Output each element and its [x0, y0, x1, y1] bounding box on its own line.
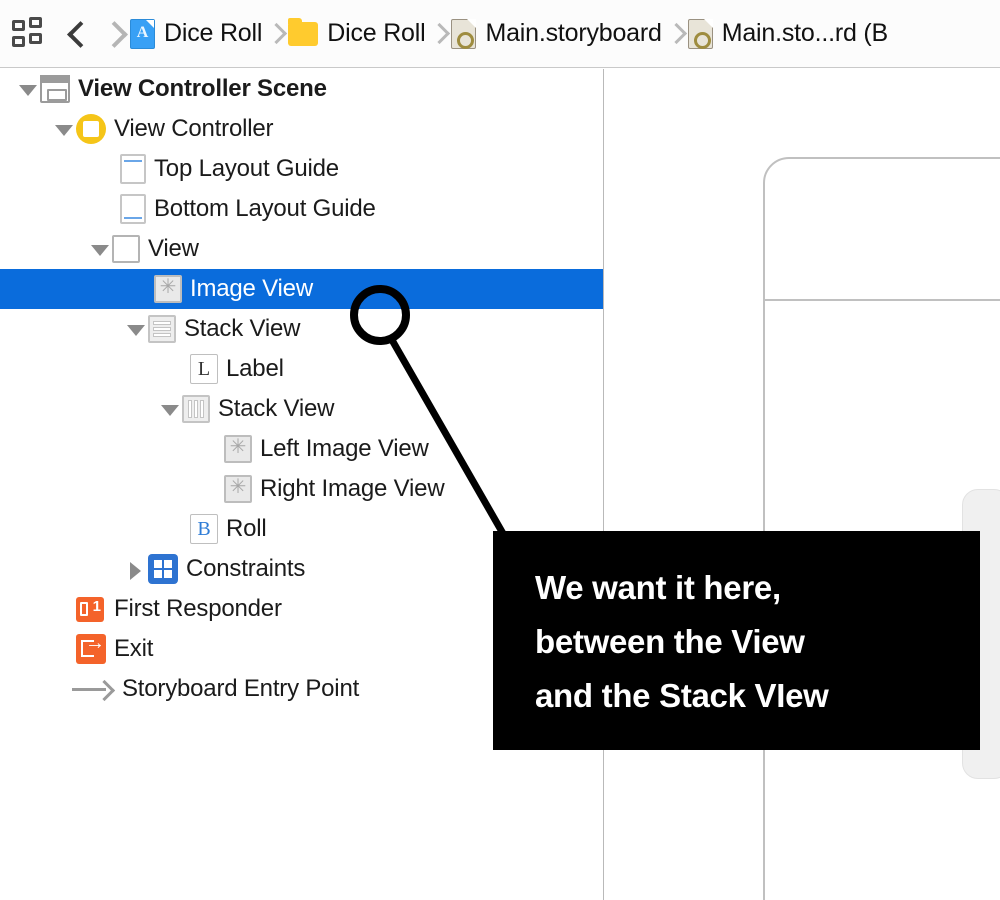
- document-outline-panel[interactable]: View Controller Scene View Controller To…: [0, 69, 604, 900]
- breadcrumb-label: Main.storyboard: [485, 19, 662, 47]
- outline-row-label: Image View: [190, 275, 313, 302]
- outline-row-stack-view-inner[interactable]: Stack View: [0, 389, 603, 429]
- outline-row-label: Stack View: [218, 395, 335, 422]
- outline-row-left-image-view[interactable]: Left Image View: [0, 429, 603, 469]
- outline-row-image-view[interactable]: Image View: [0, 269, 603, 309]
- outline-row-label: Stack View: [184, 315, 301, 342]
- folder-icon: [288, 17, 319, 46]
- outline-row-top-layout-guide[interactable]: Top Layout Guide: [0, 149, 603, 189]
- storyboard-file-icon: [687, 18, 713, 49]
- disclosure-triangle-icon[interactable]: [124, 557, 148, 581]
- scene-icon: [40, 75, 70, 103]
- storyboard-file-icon: [451, 18, 477, 49]
- breadcrumb-label: Main.sto...rd (B: [721, 19, 889, 47]
- app-target-icon: [130, 18, 155, 49]
- outline-row-label: Constraints: [186, 555, 306, 582]
- outline-row-label: Label: [226, 355, 284, 382]
- outline-row-label: Storyboard Entry Point: [122, 675, 360, 702]
- stack-view-vertical-icon: [182, 395, 210, 423]
- image-view-icon: [154, 273, 182, 303]
- outline-row-label: View: [148, 235, 199, 262]
- breadcrumb-item-file[interactable]: Main.storyboard: [451, 18, 662, 49]
- image-view-icon: [224, 433, 252, 463]
- disclosure-triangle-icon[interactable]: [124, 317, 148, 341]
- breadcrumb-item-project[interactable]: Dice Roll: [130, 18, 263, 49]
- forward-chevron-icon[interactable]: [96, 12, 130, 56]
- outline-row-label: Top Layout Guide: [154, 155, 339, 182]
- outline-row-label: Right Image View: [260, 475, 445, 502]
- stack-view-horizontal-icon: [148, 315, 176, 343]
- device-navbar-divider: [763, 299, 1000, 301]
- outline-row-label: View Controller Scene: [78, 75, 327, 102]
- outline-row-label: First Responder: [114, 595, 282, 622]
- breadcrumb-label: Dice Roll: [164, 19, 263, 47]
- bottom-layout-guide-icon: [120, 194, 146, 224]
- interface-builder-canvas[interactable]: [605, 69, 1000, 900]
- annotation-callout: We want it here, between the View and th…: [493, 531, 980, 750]
- outline-row-view[interactable]: View: [0, 229, 603, 269]
- breadcrumb-item-group[interactable]: Dice Roll: [288, 17, 426, 48]
- outline-row-view-controller[interactable]: View Controller: [0, 109, 603, 149]
- disclosure-triangle-icon[interactable]: [88, 237, 112, 261]
- outline-row-stack-view-outer[interactable]: Stack View: [0, 309, 603, 349]
- disclosure-triangle-icon[interactable]: [16, 77, 40, 101]
- outline-row-label: Exit: [114, 635, 154, 662]
- image-view-icon: [224, 473, 252, 503]
- breadcrumb-chevron-icon: [425, 16, 451, 52]
- breadcrumb: Dice Roll Dice Roll Main.storyboard Main…: [0, 0, 1000, 68]
- storyboard-entry-point-icon: [72, 676, 114, 702]
- annotation-text: We want it here, between the View and th…: [535, 569, 829, 714]
- back-chevron-icon[interactable]: [62, 12, 96, 56]
- xcode-window: Dice Roll Dice Roll Main.storyboard Main…: [0, 0, 1000, 900]
- first-responder-icon: [76, 594, 106, 624]
- outline-row-bottom-layout-guide[interactable]: Bottom Layout Guide: [0, 189, 603, 229]
- breadcrumb-chevron-icon: [262, 16, 288, 52]
- outline-row-label: Bottom Layout Guide: [154, 195, 376, 222]
- outline-row-label: Roll: [226, 515, 267, 542]
- disclosure-triangle-icon[interactable]: [158, 397, 182, 421]
- outline-row-label: Left Image View: [260, 435, 429, 462]
- outline-row-right-image-view[interactable]: Right Image View: [0, 469, 603, 509]
- disclosure-triangle-icon[interactable]: [52, 117, 76, 141]
- outline-row-label-element[interactable]: L Label: [0, 349, 603, 389]
- breadcrumb-item-scene[interactable]: Main.sto...rd (B: [687, 18, 889, 49]
- grid-squares-icon[interactable]: [12, 16, 46, 51]
- breadcrumb-chevron-icon: [662, 16, 688, 52]
- breadcrumb-label: Dice Roll: [327, 19, 426, 47]
- button-icon: B: [190, 514, 218, 544]
- view-icon: [112, 235, 140, 263]
- view-controller-icon: [76, 114, 106, 144]
- top-layout-guide-icon: [120, 154, 146, 184]
- exit-icon: [76, 632, 106, 664]
- outline-row-view-controller-scene[interactable]: View Controller Scene: [0, 69, 603, 109]
- outline-row-label: View Controller: [114, 115, 274, 142]
- label-icon: L: [190, 354, 218, 384]
- constraints-icon: [148, 554, 178, 584]
